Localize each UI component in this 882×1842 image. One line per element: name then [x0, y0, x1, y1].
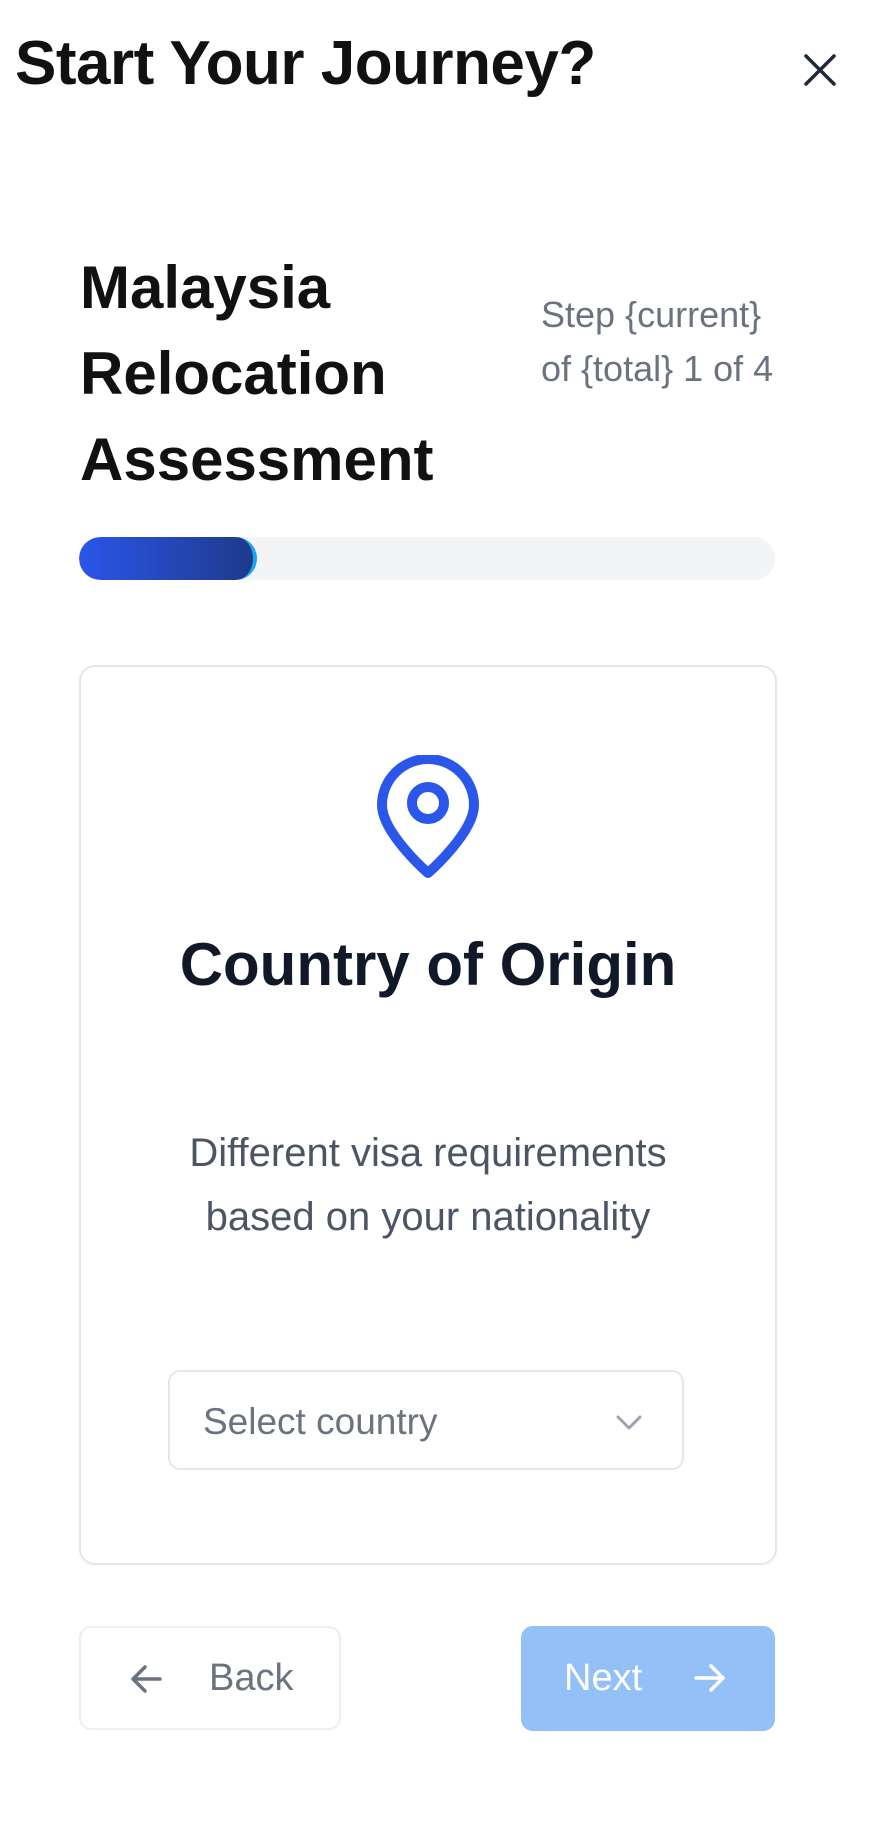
- next-button-label: Next: [564, 1657, 643, 1699]
- progress-fill: [79, 537, 257, 580]
- progress-bar: [79, 537, 775, 580]
- question-title: Country of Origin: [179, 931, 677, 998]
- close-icon: [804, 54, 836, 86]
- chevron-down-icon: [616, 1415, 642, 1430]
- country-select[interactable]: Select country: [168, 1370, 684, 1470]
- next-button[interactable]: Next: [521, 1626, 775, 1731]
- question-description: Different visa requirements based on you…: [189, 1131, 667, 1239]
- back-button[interactable]: Back: [79, 1626, 341, 1730]
- map-pin-icon: [377, 755, 479, 878]
- arrow-left-icon: [131, 1665, 162, 1693]
- question-card: Country of Origin Different visa require…: [79, 665, 777, 1565]
- assessment-title: Malaysia Relocation Assessment: [80, 254, 434, 493]
- page-title: Start Your Journey?: [15, 29, 596, 98]
- step-indicator: Step {current} of {total} 1 of 4: [541, 294, 774, 389]
- back-button-label: Back: [209, 1657, 294, 1699]
- country-select-placeholder: Select country: [203, 1401, 438, 1442]
- arrow-right-icon: [694, 1664, 725, 1692]
- close-button[interactable]: [795, 45, 845, 95]
